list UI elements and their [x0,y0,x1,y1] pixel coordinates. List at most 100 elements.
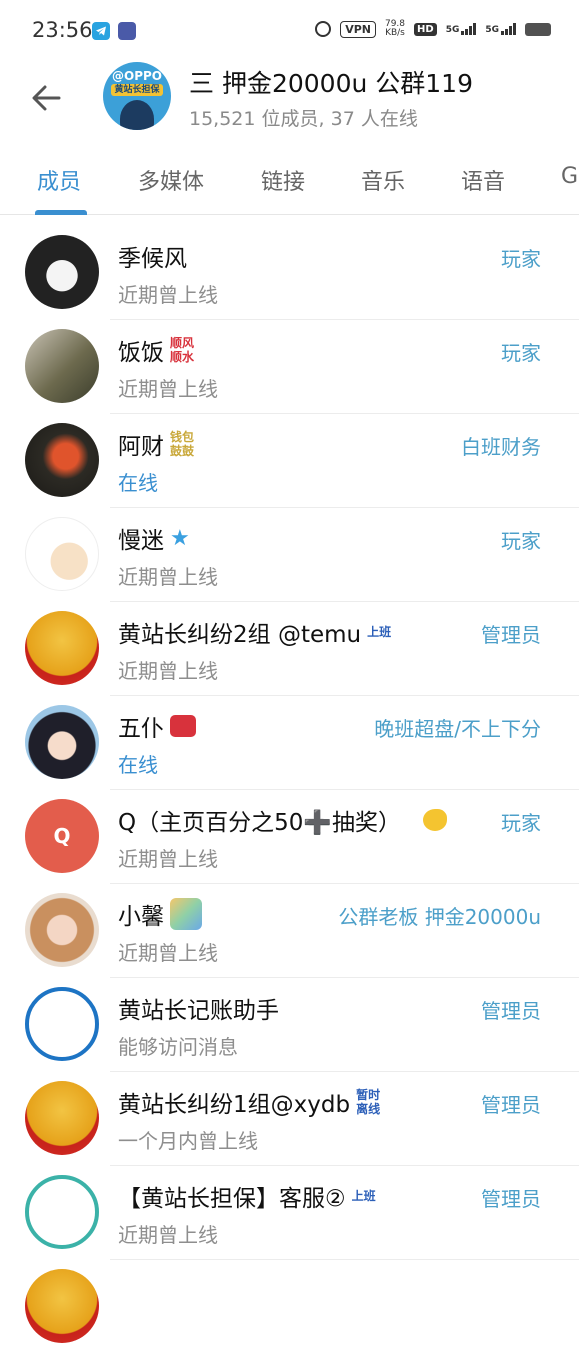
member-row[interactable]: 饭饭 顺风顺水 近期曾上线 玩家 [0,319,579,413]
member-role: 晚班超盘/不上下分 [374,717,541,741]
signal-1: 5G [446,23,477,35]
member-status: 近期曾上线 [118,941,218,965]
member-row[interactable]: Q Q（主页百分之50➕抽奖） 近期曾上线 玩家 [0,789,579,883]
tab-media[interactable]: 多媒体 [138,164,204,196]
member-avatar [25,235,99,309]
member-role: 白班财务 [461,435,541,459]
member-row[interactable]: 季候风 近期曾上线 玩家 [0,225,579,319]
network-type-1: 5G [445,25,460,35]
member-name-text: 黄站长纠纷2组 @temu [118,622,362,648]
status-bar: 23:56 VPN 79.8 KB/s HD 5G 5G [0,0,579,62]
group-avatar[interactable]: @OPPO 黄站长担保 [103,62,171,130]
member-row[interactable]: 慢迷 ★ 近期曾上线 玩家 [0,507,579,601]
back-arrow-icon [32,85,61,111]
member-row-partial[interactable] [0,1259,579,1353]
member-name: 黄站长纠纷2组 @temu 上班 [118,615,391,649]
member-avatar [25,611,99,685]
member-role: 管理员 [481,1187,541,1211]
app-notification-icon [118,22,136,40]
group-avatar-text: @OPPO [112,69,162,83]
member-emoji-status: 钱包鼓鼓 [170,430,195,458]
member-row[interactable]: 阿财 钱包鼓鼓 在线 白班财务 [0,413,579,507]
group-title[interactable]: 三 押金20000u 公群119 [189,64,509,100]
network-speed: 79.8 KB/s [385,20,405,38]
member-status: 近期曾上线 [118,283,218,307]
member-avatar [25,987,99,1061]
member-name-text: 慢迷 [118,528,164,554]
member-name-text: 黄站长纠纷1组@xydb [118,1092,351,1118]
member-avatar [25,1175,99,1249]
flexed-biceps-icon [423,809,448,831]
member-name: 慢迷 ★ [118,521,190,555]
member-status: 近期曾上线 [118,659,218,683]
member-status: 在线 [118,753,158,777]
member-role: 公群老板 押金20000u [338,905,541,929]
member-status: 近期曾上线 [118,565,218,589]
battery-icon [525,22,551,36]
member-name-text: 饭饭 [118,340,164,366]
member-row[interactable]: 小馨 近期曾上线 公群老板 押金20000u [0,883,579,977]
tab-voice[interactable]: 语音 [461,164,505,196]
member-role: 玩家 [501,529,541,553]
member-name: 黄站长纠纷1组@xydb 暂时离线 [118,1085,386,1119]
member-list: 季候风 近期曾上线 玩家 饭饭 顺风顺水 近期曾上线 玩家 阿财 钱包鼓鼓 在线 白… [0,225,579,1353]
member-status: 近期曾上线 [118,1223,218,1247]
alarm-icon [315,21,332,37]
car-emoji-icon [170,715,196,737]
avatar-initial: Q [53,824,71,848]
vpn-indicator: VPN [340,20,376,38]
member-name: 饭饭 顺风顺水 [118,333,200,367]
tab-gifs[interactable]: G [561,164,578,189]
tab-music[interactable]: 音乐 [361,164,405,196]
signal-bars-icon [501,23,516,35]
member-avatar [25,329,99,403]
member-role: 玩家 [501,247,541,271]
member-emoji-status: 上班 [367,625,392,639]
group-avatar-badge: 黄站长担保 [111,84,163,96]
member-name-text: 【黄站长担保】客服② [118,1186,346,1212]
signal-bars-icon [461,23,477,35]
member-role: 管理员 [481,1093,541,1117]
member-row[interactable]: 黄站长记账助手 能够访问消息 管理员 [0,977,579,1071]
tab-members[interactable]: 成员 [37,164,81,196]
member-name: 【黄站长担保】客服② 上班 [118,1179,376,1213]
custom-emoji-icon [170,898,202,930]
group-member-count: 15,521 位成员, 37 人在线 [189,108,418,130]
member-name: 小馨 [118,897,202,931]
member-name-text: 阿财 [118,434,164,460]
member-name-text: 五仆 [118,716,164,742]
member-role: 玩家 [501,811,541,835]
back-button[interactable] [26,80,66,116]
member-role: 管理员 [481,623,541,647]
member-status: 一个月内曾上线 [118,1129,258,1153]
signal-2: 5G [485,23,516,35]
member-row[interactable]: 五仆 在线 晚班超盘/不上下分 [0,695,579,789]
member-status: 近期曾上线 [118,377,218,401]
member-name: 五仆 [118,709,196,743]
member-avatar [25,517,99,591]
member-name: 季候风 [118,239,187,273]
member-name: Q（主页百分之50➕抽奖） [118,803,448,837]
member-avatar [25,1081,99,1155]
member-row[interactable]: 黄站长纠纷2组 @temu 上班 近期曾上线 管理员 [0,601,579,695]
active-tab-indicator [35,210,87,215]
telegram-icon [92,22,110,40]
network-type-2: 5G [485,25,499,35]
tab-links[interactable]: 链接 [261,164,305,196]
member-row[interactable]: 黄站长纠纷1组@xydb 暂时离线 一个月内曾上线 管理员 [0,1071,579,1165]
member-status: 能够访问消息 [118,1035,238,1059]
member-role: 玩家 [501,341,541,365]
member-name: 阿财 钱包鼓鼓 [118,427,200,461]
notification-icons [92,22,136,40]
member-name-text: 季候风 [118,246,187,272]
group-avatar-figure [120,100,154,130]
star-icon: ★ [170,525,190,551]
member-emoji-status: 上班 [351,1189,376,1203]
hd-voice-icon: HD [414,22,437,36]
member-avatar [25,893,99,967]
member-avatar [25,1269,99,1343]
member-status: 近期曾上线 [118,847,218,871]
member-emoji-status: 暂时离线 [356,1088,381,1116]
member-avatar [25,423,99,497]
member-row[interactable]: 【黄站长担保】客服② 上班 近期曾上线 管理员 [0,1165,579,1259]
